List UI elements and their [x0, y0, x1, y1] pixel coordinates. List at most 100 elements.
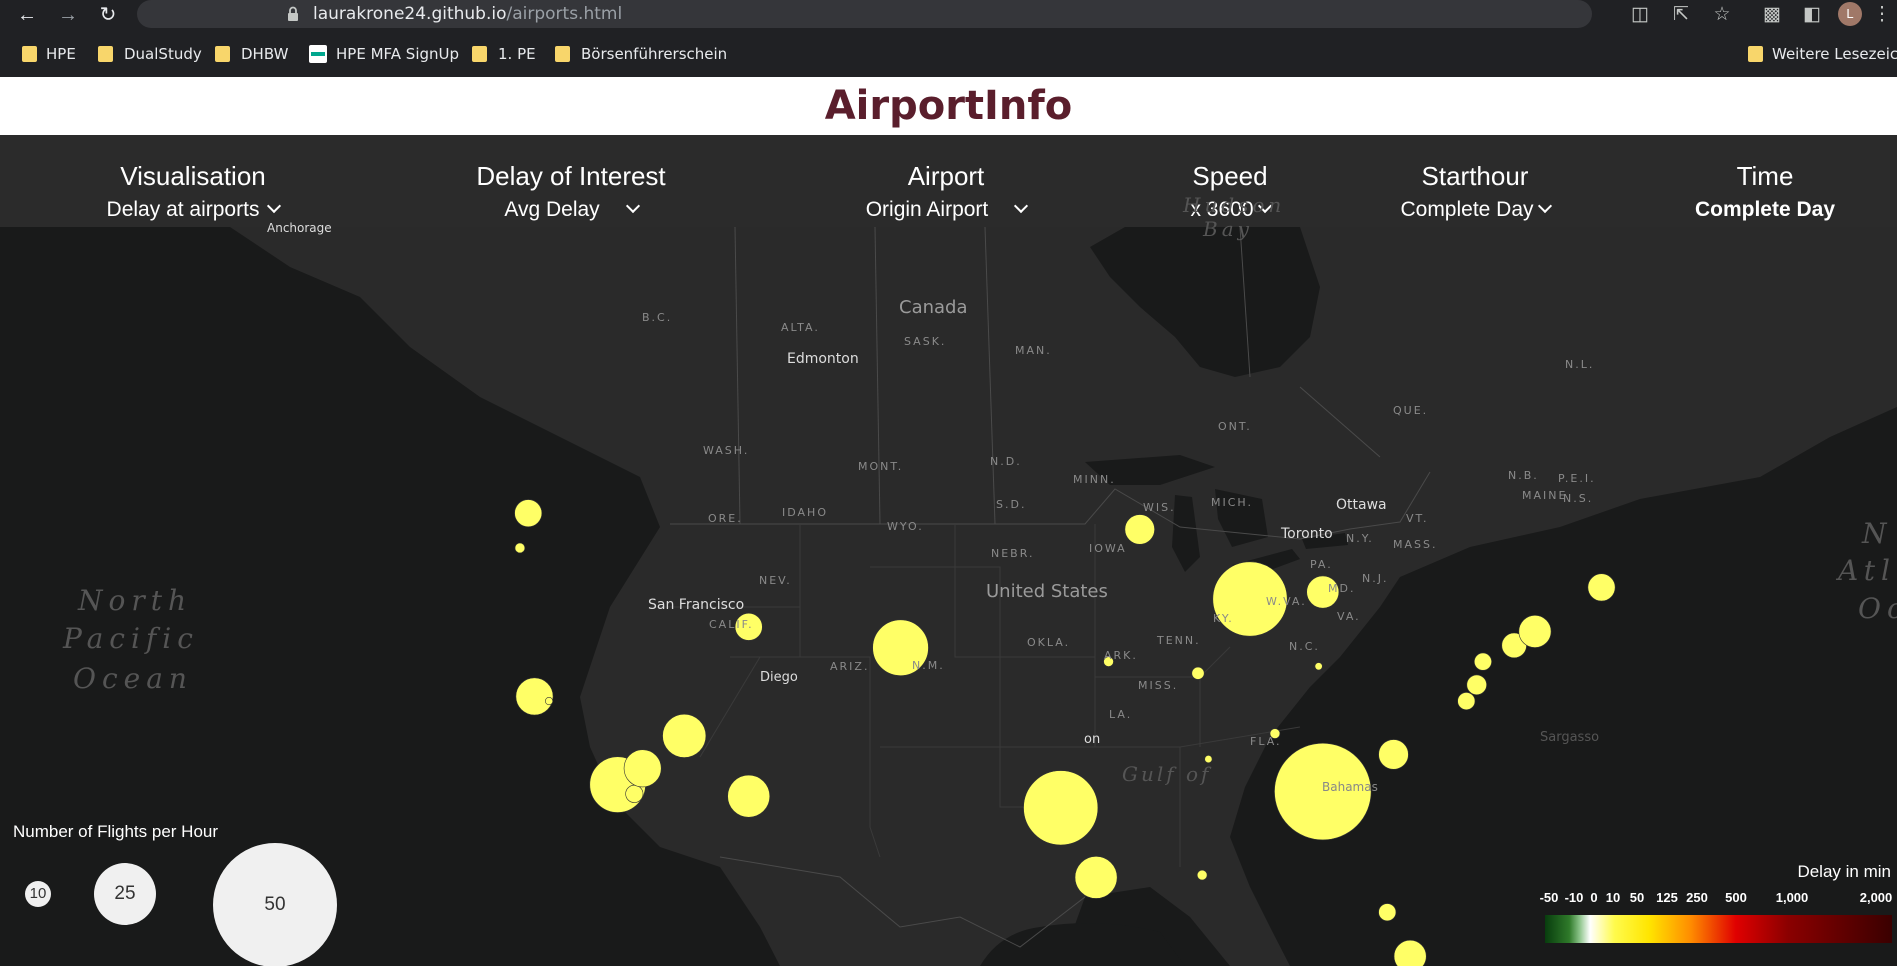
airport-marker[interactable]	[1314, 662, 1323, 671]
airport-marker[interactable]	[514, 499, 543, 528]
airport-marker[interactable]	[623, 749, 662, 788]
size-legend-circle-medium: 25	[94, 863, 156, 925]
airport-marker[interactable]	[1023, 770, 1099, 846]
browser-chrome: ← → ↻ laurakrone24.github.io/airports.ht…	[0, 0, 1897, 77]
bookmark-star-icon[interactable]: ☆	[1710, 3, 1734, 27]
control-time: Time Complete Day	[1650, 135, 1880, 227]
region-label: MINN.	[1073, 473, 1116, 486]
region-label: SASK.	[904, 335, 947, 348]
bookmarks-bar: HPE DualStudy DHBW HPE MFA SignUp 1. PE …	[0, 40, 1897, 68]
edge-fragment: Oc	[1858, 592, 1897, 625]
delay-of-interest-select[interactable]: Avg Delay	[451, 198, 691, 222]
water-label-hudson: Hudson	[1183, 193, 1286, 217]
region-label: IOWA	[1089, 542, 1127, 555]
region-label: VT.	[1406, 512, 1429, 525]
region-label: N.M.	[912, 659, 945, 672]
airport-marker[interactable]	[1457, 692, 1476, 711]
region-label: MAINE	[1522, 489, 1568, 502]
bookmark-dualstudy[interactable]: DualStudy	[124, 44, 202, 64]
color-legend-tick: 0	[1590, 890, 1598, 905]
water-label-ocean: Ocean	[73, 662, 193, 695]
region-label: KY.	[1213, 612, 1234, 625]
country-label-canada: Canada	[899, 297, 968, 318]
url-path: /airports.html	[506, 4, 623, 24]
region-label: VA.	[1337, 610, 1361, 623]
region-label: MAN.	[1015, 344, 1052, 357]
airport-select[interactable]: Origin Airport	[826, 198, 1066, 222]
region-label: OKLA.	[1027, 636, 1071, 649]
browser-nav-row: ← → ↻ laurakrone24.github.io/airports.ht…	[0, 0, 1897, 30]
share-icon[interactable]: ⇱	[1669, 3, 1693, 27]
airport-marker[interactable]	[727, 774, 771, 818]
airport-marker[interactable]	[545, 697, 554, 706]
folder-icon	[98, 46, 113, 62]
airport-marker[interactable]	[1124, 514, 1155, 545]
hpe-page-icon	[309, 45, 327, 63]
side-panel-icon[interactable]: ◧	[1800, 3, 1824, 27]
airport-marker[interactable]	[1378, 739, 1409, 770]
region-label: N.S.	[1563, 492, 1594, 505]
back-arrow-icon[interactable]: ←	[14, 2, 40, 28]
control-label: Speed	[1192, 161, 1268, 191]
bookmark-boersenfuehrerschein[interactable]: Börsenführerschein	[581, 44, 727, 64]
airport-marker[interactable]	[1074, 856, 1118, 899]
edge-fragment: Sargasso	[1540, 730, 1600, 745]
page-title: AirportInfo	[824, 83, 1073, 129]
airport-marker[interactable]	[1587, 573, 1616, 602]
airport-marker[interactable]	[1393, 939, 1427, 966]
airport-marker[interactable]	[515, 677, 554, 716]
region-label: WYO.	[887, 520, 924, 533]
color-legend-tick: 250	[1686, 890, 1708, 905]
country-label-united-states: United States	[986, 581, 1108, 602]
forward-arrow-icon[interactable]: →	[55, 2, 81, 28]
airport-marker[interactable]	[1473, 652, 1492, 671]
bookmark-hpe[interactable]: HPE	[46, 44, 76, 64]
city-label-edmonton: Edmonton	[787, 351, 859, 367]
reload-icon[interactable]: ↻	[95, 2, 121, 28]
region-label: IDAHO	[782, 506, 828, 519]
city-label-bahamas: Bahamas	[1322, 780, 1378, 794]
airport-marker[interactable]	[1378, 903, 1397, 922]
airport-marker[interactable]	[1466, 674, 1487, 696]
airport-marker[interactable]	[625, 784, 644, 803]
airport-marker[interactable]	[1518, 615, 1552, 648]
airport-marker[interactable]	[662, 713, 707, 758]
visualisation-select[interactable]: Delay at airports	[63, 198, 323, 222]
color-legend-tick: -50	[1539, 890, 1559, 905]
starthour-select[interactable]: Complete Day	[1360, 198, 1590, 222]
bookmark-hpe-mfa-signup[interactable]: HPE MFA SignUp	[336, 44, 459, 64]
region-label: NEBR.	[991, 547, 1035, 560]
bookmark-1-pe[interactable]: 1. PE	[498, 44, 536, 64]
color-legend-tick: 10	[1605, 890, 1621, 905]
airport-marker[interactable]	[514, 542, 526, 554]
folder-icon	[22, 46, 37, 62]
size-legend-value: 25	[114, 883, 136, 904]
region-label: ONT.	[1218, 420, 1252, 433]
size-legend-circle-small: 10	[25, 881, 51, 907]
profile-avatar[interactable]: L	[1838, 2, 1862, 26]
control-delay-of-interest: Delay of Interest Avg Delay	[451, 135, 691, 227]
extensions-puzzle-icon[interactable]: ▩	[1760, 3, 1784, 27]
region-label: N.Y.	[1346, 532, 1374, 545]
city-label-ottawa: Ottawa	[1336, 497, 1387, 513]
folder-icon	[472, 46, 487, 62]
airport-marker[interactable]	[1191, 666, 1205, 680]
region-label: LA.	[1109, 708, 1133, 721]
folder-icon	[215, 46, 230, 62]
select-value: Complete Day	[1400, 198, 1534, 221]
bookmark-dhbw[interactable]: DHBW	[241, 44, 288, 64]
app-root: ← → ↻ laurakrone24.github.io/airports.ht…	[0, 0, 1897, 966]
kebab-menu-icon[interactable]: ⋮	[1872, 3, 1892, 27]
url-text: laurakrone24.github.io/airports.html	[313, 4, 622, 24]
select-value: Origin Airport	[865, 198, 989, 221]
color-legend: Delay in min -50 -10 0 10 50 125 250 500…	[1530, 862, 1897, 966]
bookmark-overflow[interactable]: Weitere Lesezeiche	[1772, 44, 1897, 64]
control-visualisation: Visualisation Delay at airports	[63, 135, 323, 227]
address-bar[interactable]: laurakrone24.github.io/airports.html	[137, 0, 1592, 28]
color-legend-ramp	[1545, 915, 1892, 943]
airport-marker[interactable]	[1196, 869, 1208, 881]
folder-icon	[1748, 46, 1763, 62]
region-label: MASS.	[1393, 538, 1438, 551]
translate-icon[interactable]: ◫	[1628, 3, 1652, 27]
color-legend-tick: 50	[1629, 890, 1645, 905]
